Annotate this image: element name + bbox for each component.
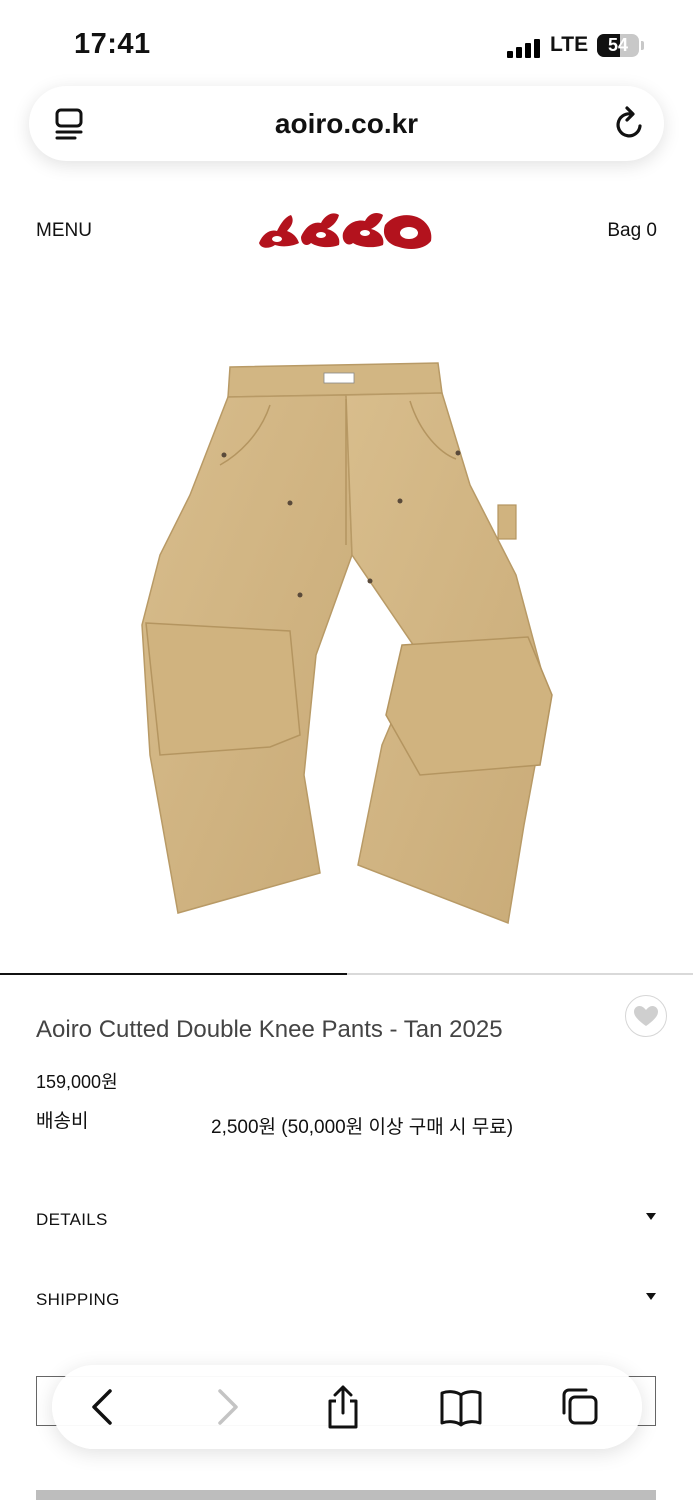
share-icon[interactable]: [320, 1383, 366, 1431]
details-label: DETAILS: [36, 1210, 108, 1229]
product-price: 159,000원: [36, 1072, 118, 1092]
shipping-label: SHIPPING: [36, 1290, 120, 1309]
menu-link[interactable]: MENU: [36, 220, 92, 242]
bag-link[interactable]: Bag 0: [607, 220, 657, 242]
reload-icon[interactable]: [614, 106, 646, 140]
signal-icon: [507, 38, 543, 58]
product-title: Aoiro Cutted Double Knee Pants - Tan 202…: [36, 1016, 503, 1043]
forward-icon[interactable]: [204, 1383, 250, 1431]
brand-logo[interactable]: [255, 203, 437, 257]
battery-icon: 54: [597, 34, 639, 57]
gallery-progress-fill: [0, 973, 347, 975]
url-text[interactable]: aoiro.co.kr: [29, 108, 664, 140]
status-time: 17:41: [74, 28, 151, 60]
heart-icon: [634, 1006, 658, 1026]
shipping-accordion[interactable]: SHIPPING: [36, 1290, 656, 1320]
purchase-bar[interactable]: [36, 1490, 656, 1500]
product-image[interactable]: [120, 355, 570, 935]
battery-tip: [641, 41, 644, 50]
caret-down-icon: [646, 1213, 656, 1220]
browser-toolbar: [52, 1365, 642, 1449]
caret-down-icon: [646, 1293, 656, 1300]
details-accordion[interactable]: DETAILS: [36, 1210, 656, 1240]
battery-level: 54: [607, 35, 629, 55]
wishlist-button[interactable]: [625, 995, 667, 1037]
status-bar: 17:41 LTE 54: [0, 0, 693, 84]
address-bar[interactable]: aoiro.co.kr: [29, 86, 664, 161]
gallery-progress-track[interactable]: [0, 973, 693, 975]
bookmarks-icon[interactable]: [438, 1383, 484, 1431]
network-label: LTE: [550, 33, 589, 56]
shipping-fee-label: 배송비: [36, 1111, 89, 1132]
back-icon[interactable]: [80, 1383, 126, 1431]
shipping-fee-value: 2,500원 (50,000원 이상 구매 시 무료): [211, 1117, 514, 1138]
tabs-icon[interactable]: [556, 1383, 602, 1431]
